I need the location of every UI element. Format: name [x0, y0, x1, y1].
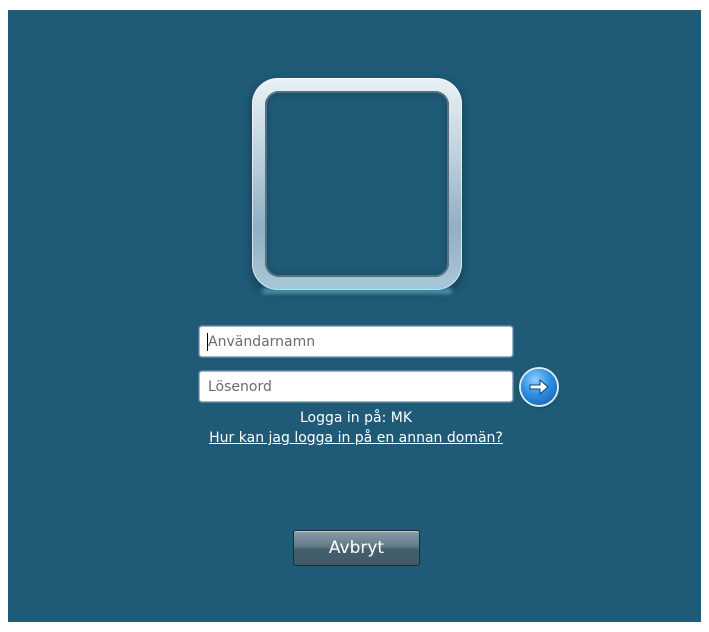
- logon-domain-text: Logga in på: MK: [299, 410, 413, 426]
- user-picture: [265, 91, 449, 277]
- password-field[interactable]: Lösenord: [199, 371, 513, 402]
- logon-screen: Användarnamn Lösenord Logga in på: MK Hu…: [8, 10, 701, 622]
- username-placeholder: Användarnamn: [208, 334, 316, 350]
- arrow-right-circle-icon: [529, 378, 549, 396]
- cancel-button[interactable]: Avbryt: [293, 530, 420, 566]
- submit-button[interactable]: [521, 369, 557, 405]
- user-picture-frame: [252, 78, 462, 290]
- password-placeholder: Lösenord: [208, 379, 272, 395]
- other-domain-link[interactable]: Hur kan jag logga in på en annan domän?: [199, 430, 513, 446]
- username-field[interactable]: Användarnamn: [199, 326, 513, 357]
